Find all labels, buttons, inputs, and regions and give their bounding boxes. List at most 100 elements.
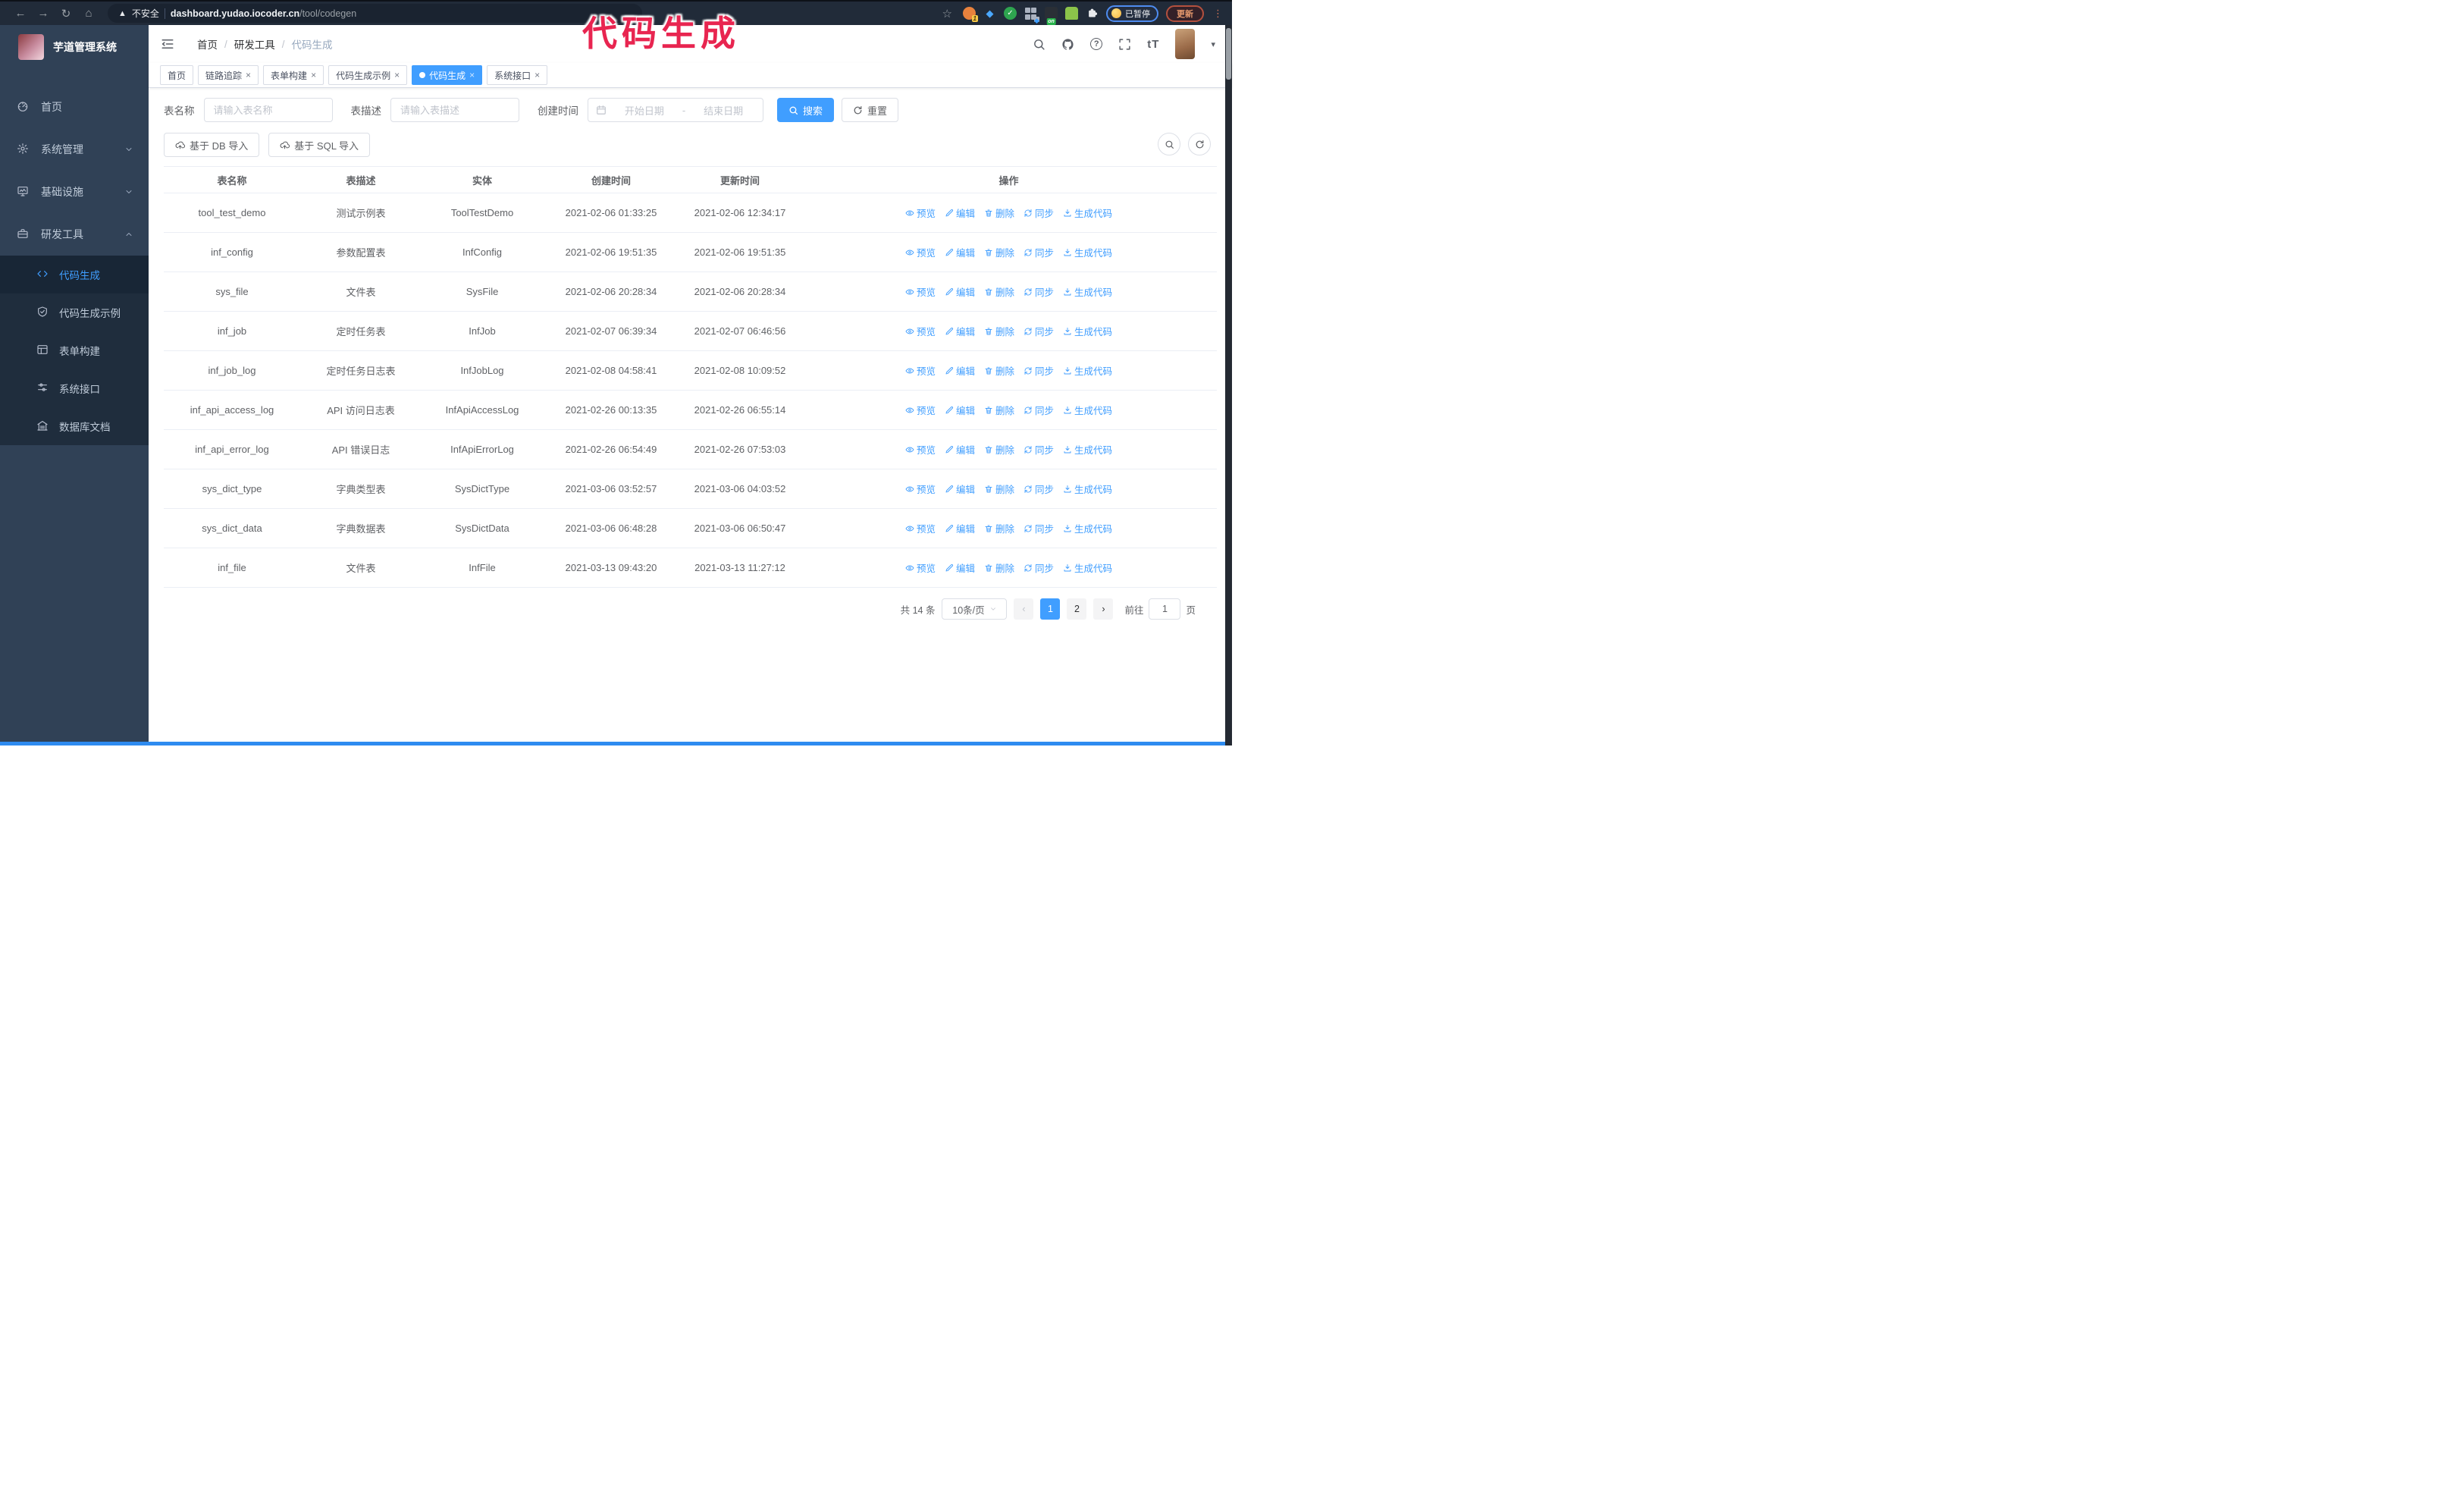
generate-code-link[interactable]: 生成代码 bbox=[1063, 284, 1112, 299]
address-bar[interactable]: ▲ 不安全 dashboard.yudao.iocoder.cn/tool/co… bbox=[108, 4, 642, 23]
tab-代码生成[interactable]: 代码生成 × bbox=[412, 65, 483, 85]
puzzle-icon[interactable] bbox=[1086, 7, 1099, 20]
refresh-table-icon[interactable] bbox=[1188, 133, 1211, 155]
tab-代码生成示例[interactable]: 代码生成示例 × bbox=[328, 65, 408, 85]
sidebar-item-系统管理[interactable]: 系统管理 bbox=[0, 128, 149, 171]
preview-link[interactable]: 预览 bbox=[905, 206, 936, 220]
caret-down-icon[interactable]: ▾ bbox=[1211, 39, 1215, 49]
extension-gem-icon[interactable]: ◆ bbox=[983, 7, 996, 20]
generate-code-link[interactable]: 生成代码 bbox=[1063, 403, 1112, 417]
extension-on-icon[interactable]: on bbox=[1045, 7, 1058, 25]
close-icon[interactable]: × bbox=[534, 71, 540, 80]
sidebar-subitem-代码生成示例[interactable]: 代码生成示例 bbox=[0, 293, 149, 331]
fullscreen-icon[interactable] bbox=[1118, 38, 1131, 51]
tab-系统接口[interactable]: 系统接口 × bbox=[487, 65, 548, 85]
sidebar-subitem-表单构建[interactable]: 表单构建 bbox=[0, 331, 149, 369]
generate-code-link[interactable]: 生成代码 bbox=[1063, 521, 1112, 535]
home-icon[interactable]: ⌂ bbox=[77, 7, 100, 20]
close-icon[interactable]: × bbox=[311, 71, 316, 80]
search-button[interactable]: 搜索 bbox=[777, 98, 835, 122]
forward-icon[interactable]: → bbox=[32, 7, 55, 20]
scrollbar-track[interactable] bbox=[1225, 25, 1232, 746]
browser-menu-icon[interactable]: ⋮ bbox=[1213, 8, 1223, 20]
delete-link[interactable]: 删除 bbox=[984, 403, 1014, 417]
generate-code-link[interactable]: 生成代码 bbox=[1063, 442, 1112, 457]
tab-表单构建[interactable]: 表单构建 × bbox=[263, 65, 324, 85]
next-page-button[interactable]: › bbox=[1093, 598, 1114, 620]
generate-code-link[interactable]: 生成代码 bbox=[1063, 363, 1112, 378]
preview-link[interactable]: 预览 bbox=[905, 521, 936, 535]
browser-update-button[interactable]: 更新 bbox=[1166, 5, 1204, 22]
close-icon[interactable]: × bbox=[469, 71, 475, 80]
breadcrumb-item[interactable]: 研发工具 bbox=[234, 36, 275, 52]
preview-link[interactable]: 预览 bbox=[905, 324, 936, 338]
delete-link[interactable]: 删除 bbox=[984, 482, 1014, 496]
preview-link[interactable]: 预览 bbox=[905, 245, 936, 259]
sync-link[interactable]: 同步 bbox=[1024, 324, 1054, 338]
close-icon[interactable]: × bbox=[246, 71, 251, 80]
generate-code-link[interactable]: 生成代码 bbox=[1063, 482, 1112, 496]
edit-link[interactable]: 编辑 bbox=[945, 403, 975, 417]
reset-button[interactable]: 重置 bbox=[842, 98, 899, 122]
generate-code-link[interactable]: 生成代码 bbox=[1063, 245, 1112, 259]
edit-link[interactable]: 编辑 bbox=[945, 245, 975, 259]
extension-grid-icon[interactable]: ◆ bbox=[1024, 7, 1039, 24]
sidebar-subitem-数据库文档[interactable]: 数据库文档 bbox=[0, 407, 149, 445]
import-sql-button[interactable]: 基于 SQL 导入 bbox=[268, 133, 371, 157]
sync-link[interactable]: 同步 bbox=[1024, 284, 1054, 299]
delete-link[interactable]: 删除 bbox=[984, 324, 1014, 338]
sync-link[interactable]: 同步 bbox=[1024, 560, 1054, 575]
sync-link[interactable]: 同步 bbox=[1024, 363, 1054, 378]
edit-link[interactable]: 编辑 bbox=[945, 521, 975, 535]
date-range-picker[interactable]: 开始日期 - 结束日期 bbox=[588, 98, 763, 122]
reload-icon[interactable]: ↻ bbox=[55, 7, 77, 20]
edit-link[interactable]: 编辑 bbox=[945, 482, 975, 496]
tab-首页[interactable]: 首页 bbox=[160, 65, 194, 85]
font-size-icon[interactable]: tT bbox=[1147, 38, 1159, 51]
sync-link[interactable]: 同步 bbox=[1024, 482, 1054, 496]
sync-link[interactable]: 同步 bbox=[1024, 442, 1054, 457]
delete-link[interactable]: 删除 bbox=[984, 206, 1014, 220]
edit-link[interactable]: 编辑 bbox=[945, 560, 975, 575]
delete-link[interactable]: 删除 bbox=[984, 284, 1014, 299]
sidebar-item-首页[interactable]: 首页 bbox=[0, 86, 149, 128]
delete-link[interactable]: 删除 bbox=[984, 245, 1014, 259]
page-number-2[interactable]: 2 bbox=[1067, 598, 1087, 620]
generate-code-link[interactable]: 生成代码 bbox=[1063, 206, 1112, 220]
table-desc-input[interactable] bbox=[390, 98, 519, 122]
page-size-select[interactable]: 10条/页 bbox=[942, 598, 1008, 620]
sidebar-subitem-系统接口[interactable]: 系统接口 bbox=[0, 369, 149, 407]
app-logo-row[interactable]: 芋道管理系统 bbox=[0, 25, 149, 69]
star-icon[interactable]: ☆ bbox=[942, 7, 952, 20]
sidebar-item-基础设施[interactable]: 基础设施 bbox=[0, 171, 149, 213]
edit-link[interactable]: 编辑 bbox=[945, 442, 975, 457]
extension-check-icon[interactable]: ✓ bbox=[1004, 7, 1017, 20]
generate-code-link[interactable]: 生成代码 bbox=[1063, 560, 1112, 575]
paused-extension-pill[interactable]: 已暂停 bbox=[1106, 5, 1158, 22]
sync-link[interactable]: 同步 bbox=[1024, 245, 1054, 259]
delete-link[interactable]: 删除 bbox=[984, 560, 1014, 575]
preview-link[interactable]: 预览 bbox=[905, 284, 936, 299]
table-name-input[interactable] bbox=[203, 98, 333, 122]
prev-page-button[interactable]: ‹ bbox=[1014, 598, 1034, 620]
delete-link[interactable]: 删除 bbox=[984, 521, 1014, 535]
delete-link[interactable]: 删除 bbox=[984, 442, 1014, 457]
preview-link[interactable]: 预览 bbox=[905, 403, 936, 417]
sidebar-subitem-代码生成[interactable]: 代码生成 bbox=[0, 256, 149, 293]
import-db-button[interactable]: 基于 DB 导入 bbox=[164, 133, 260, 157]
sidebar-fold-icon[interactable] bbox=[161, 37, 174, 51]
github-icon[interactable] bbox=[1061, 38, 1074, 51]
search-icon[interactable] bbox=[1033, 38, 1045, 51]
extension-bot-icon[interactable] bbox=[1065, 7, 1078, 20]
sync-link[interactable]: 同步 bbox=[1024, 403, 1054, 417]
delete-link[interactable]: 删除 bbox=[984, 363, 1014, 378]
help-icon[interactable]: ? bbox=[1090, 38, 1103, 50]
toggle-search-icon[interactable] bbox=[1158, 133, 1180, 155]
edit-link[interactable]: 编辑 bbox=[945, 363, 975, 378]
preview-link[interactable]: 预览 bbox=[905, 482, 936, 496]
edit-link[interactable]: 编辑 bbox=[945, 324, 975, 338]
avatar[interactable] bbox=[1175, 29, 1196, 59]
sync-link[interactable]: 同步 bbox=[1024, 206, 1054, 220]
preview-link[interactable]: 预览 bbox=[905, 560, 936, 575]
extension-orange-icon[interactable]: 1 bbox=[963, 7, 978, 22]
